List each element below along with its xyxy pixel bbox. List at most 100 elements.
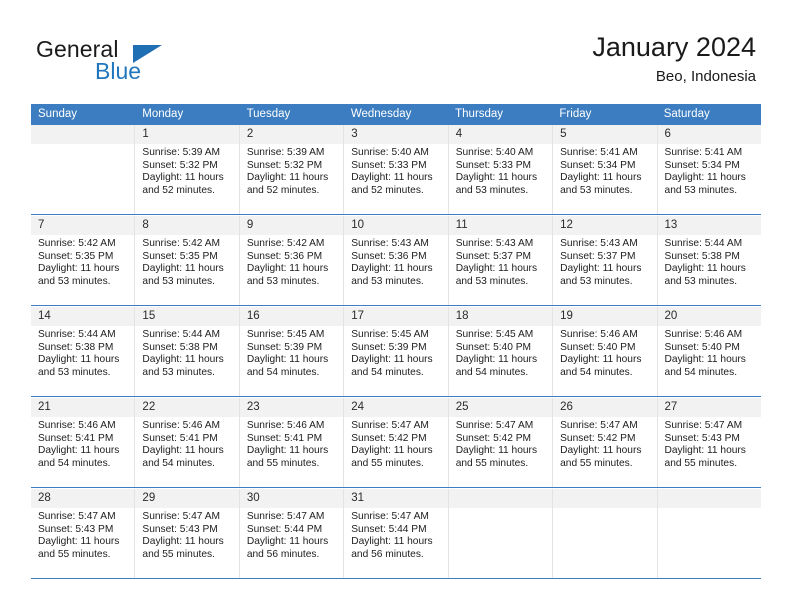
calendar-day-cell[interactable]: 11 Sunrise: 5:43 AM Sunset: 5:37 PM Dayligh… [448, 216, 554, 305]
daylight-text-line2: and 55 minutes. [246, 457, 320, 469]
calendar-day-cell[interactable]: 31 Sunrise: 5:47 AM Sunset: 5:44 PM Dayligh… [344, 489, 449, 578]
calendar-day-cell[interactable]: 5 Sunrise: 5:41 AM Sunset: 5:34 PM Daylight… [553, 125, 658, 214]
calendar-day-cell[interactable]: 24 Sunrise: 5:47 AM Sunset: 5:42 PM Dayligh… [344, 398, 449, 487]
day-details: Sunrise: 5:47 AM Sunset: 5:42 PM Daylight:… [553, 417, 656, 470]
sunset-text: Sunset: 5:34 PM [664, 159, 740, 171]
daylight-text-line1: Daylight: 11 hours [351, 263, 433, 275]
day-number: 13 [657, 216, 761, 235]
sunrise-text: Sunrise: 5:45 AM [455, 329, 534, 340]
daylight-text-line1: Daylight: 11 hours [560, 263, 642, 275]
calendar-day-cell[interactable]: 28 Sunrise: 5:47 AM Sunset: 5:43 PM Dayligh… [31, 489, 136, 578]
sunset-text: Sunset: 5:39 PM [351, 341, 427, 353]
calendar-day-cell[interactable]: 26 Sunrise: 5:47 AM Sunset: 5:42 PM Dayligh… [553, 398, 658, 487]
sunset-text: Sunset: 5:40 PM [664, 341, 740, 353]
sunrise-text: Sunrise: 5:47 AM [142, 511, 221, 522]
calendar-day-cell[interactable]: 9 Sunrise: 5:42 AM Sunset: 5:36 PM Daylight… [239, 216, 345, 305]
calendar-day-cell[interactable]: 20 Sunrise: 5:46 AM Sunset: 5:40 PM Dayligh… [657, 307, 761, 396]
sunset-text: Sunset: 5:38 PM [664, 250, 740, 262]
calendar-day-cell[interactable]: 23 Sunrise: 5:46 AM Sunset: 5:41 PM Dayligh… [239, 398, 345, 487]
day-number: 2 [239, 125, 344, 144]
day-details: Sunrise: 5:43 AM Sunset: 5:37 PM Daylight:… [553, 235, 656, 288]
day-number: 18 [448, 307, 553, 326]
day-number: 23 [239, 398, 344, 417]
daylight-text-line1: Daylight: 11 hours [455, 172, 538, 184]
sunset-text: Sunset: 5:32 PM [142, 159, 218, 171]
day-details: Sunrise: 5:40 AM Sunset: 5:33 PM Daylight:… [449, 144, 552, 197]
calendar-day-cell[interactable]: 27 Sunrise: 5:47 AM Sunset: 5:43 PM Dayligh… [657, 398, 761, 487]
calendar-day-cell[interactable]: 7 Sunrise: 5:42 AM Sunset: 5:35 PM Daylight… [31, 216, 136, 305]
weekday-header-wednesday: Wednesday [350, 108, 412, 120]
calendar-day-cell[interactable]: 25 Sunrise: 5:47 AM Sunset: 5:42 PM Dayligh… [448, 398, 554, 487]
daylight-text-line1: Daylight: 11 hours [351, 536, 433, 548]
calendar-day-cell[interactable]: 14 Sunrise: 5:44 AM Sunset: 5:38 PM Dayligh… [31, 307, 136, 396]
day-number: 31 [344, 489, 448, 508]
sunset-text: Sunset: 5:33 PM [455, 159, 532, 171]
daylight-text-line2: and 56 minutes. [246, 548, 320, 560]
daylight-text-line2: and 53 minutes. [38, 275, 111, 287]
calendar-day-cell[interactable]: 18 Sunrise: 5:45 AM Sunset: 5:40 PM Dayligh… [448, 307, 554, 396]
calendar-day-cell[interactable]: 2 Sunrise: 5:39 AM Sunset: 5:32 PM Daylight… [239, 125, 345, 214]
sunrise-text: Sunrise: 5:41 AM [560, 147, 638, 158]
calendar-day-cell[interactable]: 16 Sunrise: 5:45 AM Sunset: 5:39 PM Dayligh… [239, 307, 345, 396]
daylight-text-line2: and 53 minutes. [560, 184, 633, 196]
sunrise-text: Sunrise: 5:47 AM [351, 420, 429, 431]
day-number: 25 [448, 398, 553, 417]
day-details: Sunrise: 5:42 AM Sunset: 5:36 PM Daylight:… [240, 235, 343, 288]
day-number: 27 [657, 398, 761, 417]
daylight-text-line2: and 53 minutes. [246, 275, 320, 287]
calendar-week-row: 14 Sunrise: 5:44 AM Sunset: 5:38 PM Dayligh… [31, 306, 761, 397]
daylight-text-line2: and 55 minutes. [664, 457, 738, 469]
sunset-text: Sunset: 5:37 PM [560, 250, 636, 262]
calendar-day-cell[interactable]: 19 Sunrise: 5:46 AM Sunset: 5:40 PM Dayligh… [553, 307, 658, 396]
day-number: 8 [135, 216, 239, 235]
calendar-day-cell[interactable]: 21 Sunrise: 5:46 AM Sunset: 5:41 PM Dayligh… [31, 398, 136, 487]
daylight-text-line1: Daylight: 11 hours [664, 263, 746, 275]
day-number: 5 [553, 125, 657, 144]
calendar-day-cell[interactable]: 30 Sunrise: 5:47 AM Sunset: 5:44 PM Dayligh… [239, 489, 345, 578]
daylight-text-line2: and 53 minutes. [38, 366, 111, 378]
day-number: 28 [31, 489, 135, 508]
day-details: Sunrise: 5:47 AM Sunset: 5:42 PM Daylight:… [449, 417, 552, 470]
sunrise-text: Sunrise: 5:42 AM [246, 238, 325, 249]
daylight-text-line1: Daylight: 11 hours [351, 172, 433, 184]
calendar-day-cell[interactable]: 8 Sunrise: 5:42 AM Sunset: 5:35 PM Daylight… [135, 216, 240, 305]
calendar-week-row: 21 Sunrise: 5:46 AM Sunset: 5:41 PM Dayligh… [31, 397, 761, 488]
calendar-day-cell[interactable]: 15 Sunrise: 5:44 AM Sunset: 5:38 PM Dayligh… [135, 307, 240, 396]
daylight-text-line2: and 53 minutes. [560, 275, 633, 287]
calendar-day-cell[interactable]: 1 Sunrise: 5:39 AM Sunset: 5:32 PM Daylight… [135, 125, 240, 214]
daylight-text-line2: and 54 minutes. [664, 366, 738, 378]
calendar-day-cell[interactable]: 13 Sunrise: 5:44 AM Sunset: 5:38 PM Dayligh… [657, 216, 761, 305]
sunrise-text: Sunrise: 5:39 AM [142, 147, 221, 158]
sunrise-text: Sunrise: 5:44 AM [142, 329, 221, 340]
sunrise-text: Sunrise: 5:46 AM [38, 420, 116, 431]
day-details: Sunrise: 5:46 AM Sunset: 5:41 PM Daylight:… [135, 417, 238, 470]
calendar-day-cell[interactable]: 17 Sunrise: 5:45 AM Sunset: 5:39 PM Dayligh… [344, 307, 449, 396]
sunset-text: Sunset: 5:40 PM [455, 341, 532, 353]
daylight-text-line2: and 54 minutes. [351, 366, 424, 378]
day-details: Sunrise: 5:39 AM Sunset: 5:32 PM Daylight:… [135, 144, 238, 197]
logo-text-blue: Blue [95, 58, 142, 84]
sunset-text: Sunset: 5:42 PM [455, 432, 532, 444]
day-number: 10 [344, 216, 448, 235]
calendar-day-cell[interactable]: 22 Sunrise: 5:46 AM Sunset: 5:41 PM Dayligh… [135, 398, 240, 487]
daylight-text-line1: Daylight: 11 hours [560, 354, 642, 366]
calendar-day-cell[interactable]: 10 Sunrise: 5:43 AM Sunset: 5:36 PM Dayligh… [344, 216, 449, 305]
general-blue-logo[interactable]: General Blue [36, 36, 226, 88]
daylight-text-line2: and 53 minutes. [664, 184, 738, 196]
calendar-week-row: 7 Sunrise: 5:42 AM Sunset: 5:35 PM Daylight… [31, 215, 761, 306]
daylight-text-line1: Daylight: 11 hours [664, 445, 746, 457]
day-number: 30 [239, 489, 344, 508]
sunrise-text: Sunrise: 5:47 AM [560, 420, 638, 431]
calendar-day-cell[interactable]: 6 Sunrise: 5:41 AM Sunset: 5:34 PM Daylight… [657, 125, 761, 214]
calendar-day-cell[interactable]: 29 Sunrise: 5:47 AM Sunset: 5:43 PM Dayligh… [135, 489, 240, 578]
sunrise-text: Sunrise: 5:47 AM [455, 420, 534, 431]
sunrise-text: Sunrise: 5:40 AM [455, 147, 534, 158]
calendar-day-cell[interactable]: 12 Sunrise: 5:43 AM Sunset: 5:37 PM Dayligh… [553, 216, 658, 305]
calendar-day-cell[interactable]: 4 Sunrise: 5:40 AM Sunset: 5:33 PM Daylight… [448, 125, 554, 214]
calendar-day-cell[interactable]: 3 Sunrise: 5:40 AM Sunset: 5:33 PM Daylight… [344, 125, 449, 214]
daylight-text-line2: and 56 minutes. [351, 548, 424, 560]
daylight-text-line2: and 52 minutes. [351, 184, 424, 196]
calendar-day-cell-empty [31, 125, 136, 214]
daylight-text-line1: Daylight: 11 hours [38, 536, 120, 548]
day-details: Sunrise: 5:47 AM Sunset: 5:44 PM Daylight:… [240, 508, 343, 561]
